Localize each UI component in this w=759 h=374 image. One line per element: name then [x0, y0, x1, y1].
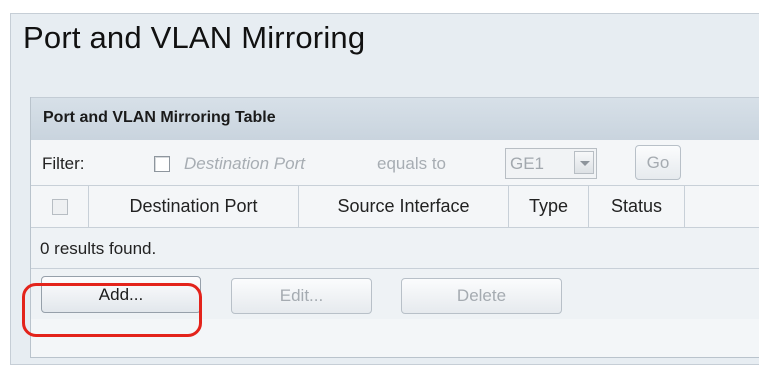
page-title: Port and VLAN Mirroring — [23, 20, 366, 55]
filter-operator-label: equals to — [377, 154, 446, 173]
select-all-checkbox[interactable] — [51, 198, 68, 215]
filter-checkbox[interactable] — [154, 156, 170, 172]
filter-port-select[interactable]: GE1 — [505, 148, 597, 179]
delete-button[interactable]: Delete — [401, 278, 562, 314]
chevron-down-icon[interactable] — [574, 151, 594, 174]
filter-port-value: GE1 — [510, 154, 545, 173]
results-row: 0 results found. — [31, 228, 759, 269]
filter-row: Filter: Destination Port equals to GE1 G… — [31, 140, 759, 186]
filter-label: Filter: — [42, 154, 85, 173]
edit-button[interactable]: Edit... — [231, 278, 372, 314]
column-destination-port[interactable]: Destination Port — [89, 186, 299, 227]
column-source-interface[interactable]: Source Interface — [299, 186, 509, 227]
table-title: Port and VLAN Mirroring Table — [43, 109, 276, 126]
add-button-highlight — [22, 283, 202, 337]
filter-field-label: Destination Port — [184, 154, 305, 173]
table-header: Port and VLAN Mirroring Table — [31, 97, 759, 141]
select-all-cell — [31, 186, 89, 227]
go-button[interactable]: Go — [635, 145, 681, 180]
column-status[interactable]: Status — [589, 186, 685, 227]
results-count: 0 results found. — [40, 239, 157, 258]
column-type[interactable]: Type — [509, 186, 589, 227]
table-column-header: Destination Port Source Interface Type S… — [31, 186, 759, 228]
